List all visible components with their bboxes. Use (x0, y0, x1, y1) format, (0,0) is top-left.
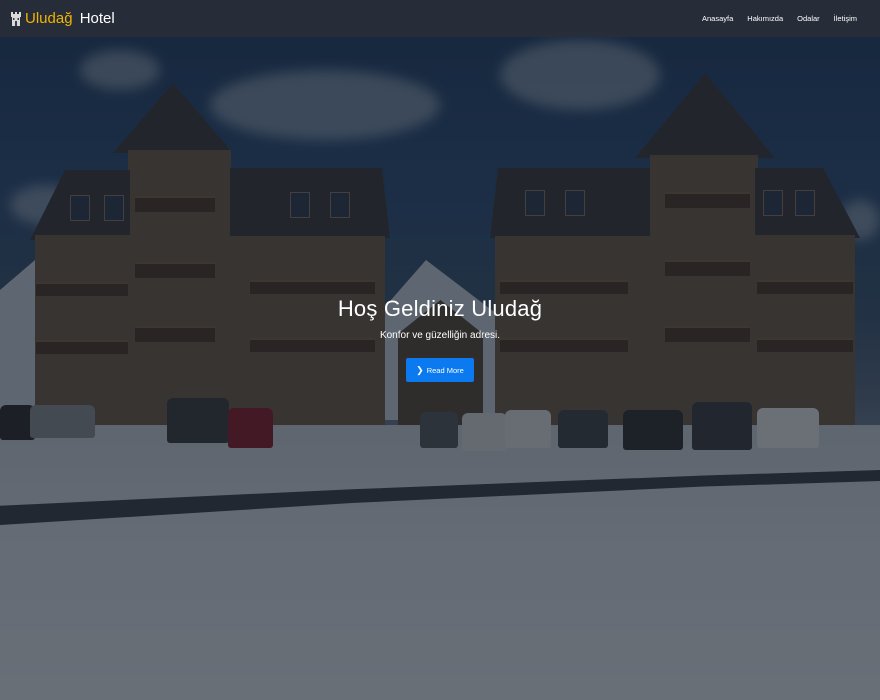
hero-subtitle: Konfor ve güzelliğin adresi. (379, 330, 501, 341)
nav-link-hakimizda[interactable]: Hakımızda (740, 14, 790, 23)
read-more-label: Read More (426, 365, 464, 375)
brand-name-accent: Uludağ (25, 10, 73, 27)
brand-logo[interactable]: Uludağ Hotel (10, 10, 115, 27)
chevron-right-icon: ❯ (416, 364, 424, 375)
top-navbar: Uludağ Hotel Anasayfa Hakımızda Odalar İ… (0, 0, 880, 37)
read-more-button[interactable]: ❯ Read More (406, 358, 474, 382)
nav-link-iletisim[interactable]: İletişim (827, 14, 864, 23)
hero-title: Hoş Geldiniz Uludağ (337, 296, 543, 321)
castle-icon (11, 11, 21, 26)
nav-menu: Anasayfa Hakımızda Odalar İletişim (695, 14, 864, 23)
nav-link-odalar[interactable]: Odalar (790, 14, 827, 23)
brand-name-rest: Hotel (75, 10, 115, 27)
hero-content: Hoş Geldiniz Uludağ Konfor ve güzelliğin… (0, 296, 880, 382)
nav-link-anasayfa[interactable]: Anasayfa (695, 14, 740, 23)
